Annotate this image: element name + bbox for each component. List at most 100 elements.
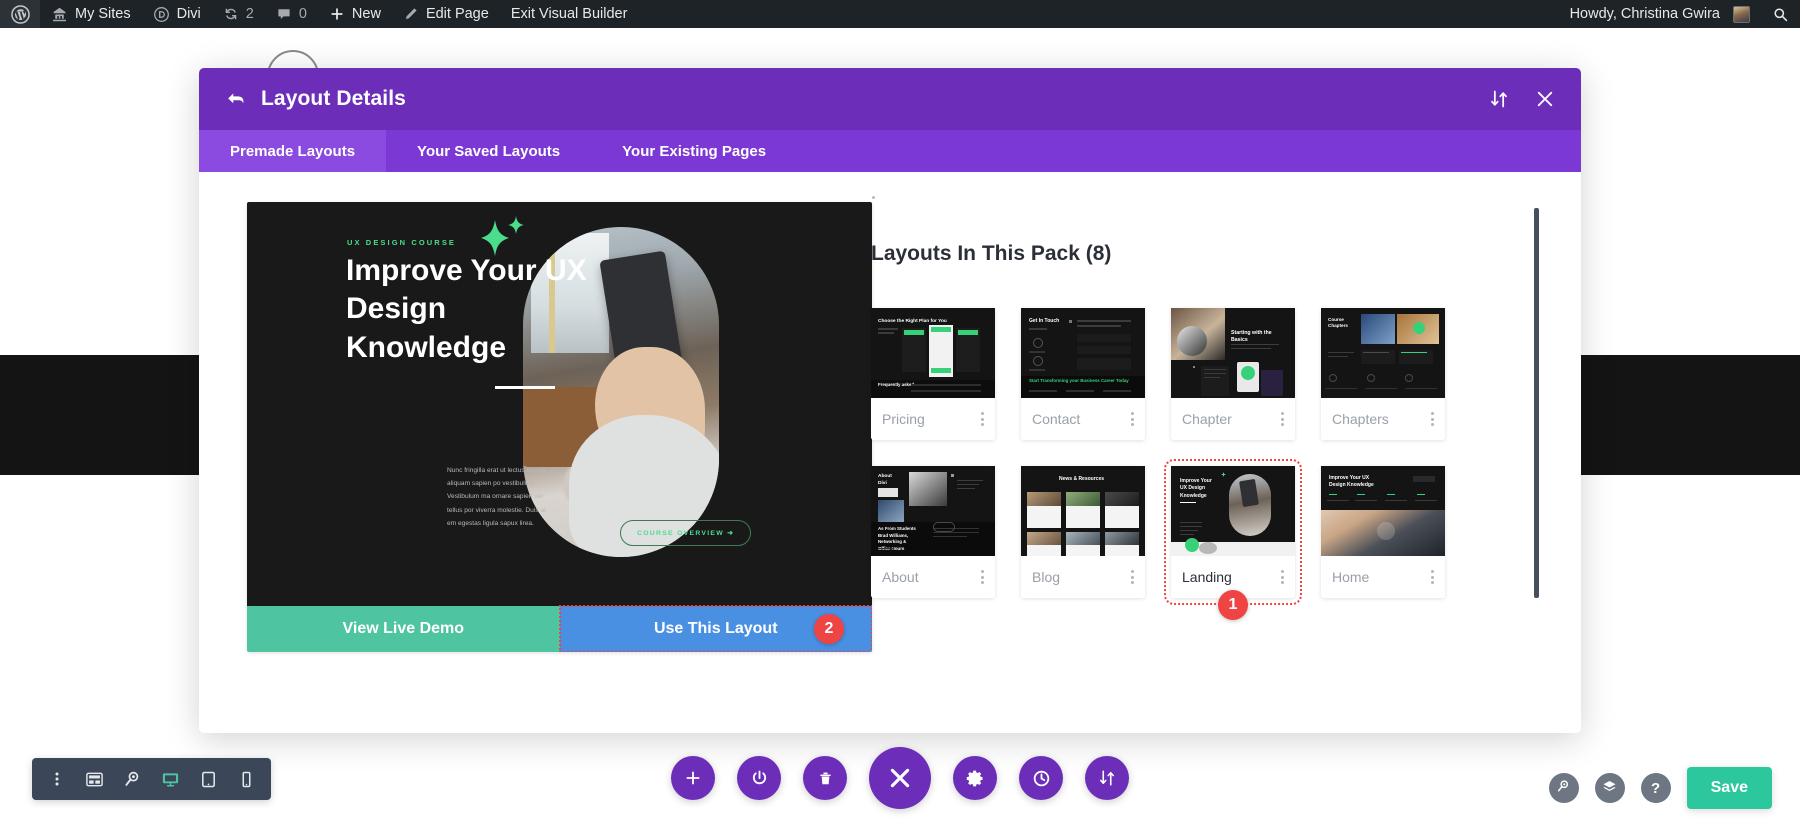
layout-preview-column: UX DESIGN COURSE Improve Your UX Design … bbox=[199, 172, 872, 733]
plus-icon bbox=[684, 769, 702, 787]
use-this-layout-button[interactable]: Use This Layout 2 bbox=[558, 605, 872, 652]
adminbar-item-updates[interactable]: 2 bbox=[212, 0, 265, 28]
adminbar-item-divi[interactable]: Divi bbox=[142, 0, 212, 28]
tab-your-saved-layouts[interactable]: Your Saved Layouts bbox=[386, 130, 591, 172]
tab-your-existing-pages[interactable]: Your Existing Pages bbox=[591, 130, 797, 172]
preview-rule bbox=[495, 386, 555, 389]
sort-button[interactable] bbox=[1085, 756, 1129, 800]
modal-scrollbar[interactable] bbox=[1534, 208, 1539, 598]
close-icon[interactable] bbox=[1535, 89, 1555, 109]
toolbar-tablet-button[interactable] bbox=[192, 763, 225, 796]
adminbar-item-exit-visual-builder[interactable]: Exit Visual Builder bbox=[500, 0, 639, 28]
view-live-demo-label: View Live Demo bbox=[342, 620, 465, 637]
plus-icon bbox=[329, 6, 345, 22]
modal-header-tools bbox=[1489, 89, 1555, 109]
pack-dot-marker bbox=[872, 196, 875, 199]
add-section-button[interactable] bbox=[671, 756, 715, 800]
layout-name-pricing: Pricing bbox=[882, 411, 925, 427]
use-this-layout-label: Use This Layout bbox=[653, 620, 778, 637]
adminbar-howdy-label: Howdy, Christina Gwira bbox=[1569, 6, 1720, 22]
layout-details-modal: Layout Details Premade Layouts Your Save… bbox=[199, 68, 1581, 733]
adminbar-label-exit-visual-builder: Exit Visual Builder bbox=[510, 6, 628, 22]
kebab-menu-icon[interactable] bbox=[981, 412, 984, 426]
step-badge-1: 1 bbox=[1218, 590, 1248, 620]
back-arrow-icon[interactable] bbox=[225, 88, 247, 110]
adminbar-label-my-sites: My Sites bbox=[75, 6, 131, 22]
power-icon bbox=[750, 769, 769, 788]
layout-thumb-chapter: Starting with the Basics bbox=[1171, 308, 1295, 398]
clock-icon bbox=[1032, 769, 1051, 788]
builder-right-toolbar: ? Save bbox=[1548, 767, 1772, 809]
layout-card-home[interactable]: Improve Your UX Design Knowledge Home bbox=[1321, 466, 1445, 598]
close-builder-button[interactable] bbox=[869, 747, 931, 809]
modal-title: Layout Details bbox=[261, 87, 406, 110]
kebab-menu-icon[interactable] bbox=[1281, 570, 1284, 584]
toolbar-zoom-button[interactable] bbox=[116, 763, 149, 796]
adminbar-item-howdy[interactable]: Howdy, Christina Gwira bbox=[1559, 0, 1761, 28]
adminbar-item-wp-logo[interactable] bbox=[0, 0, 40, 28]
layout-card-pricing[interactable]: Choose the Right Plan for You Frequently… bbox=[871, 308, 995, 440]
search-button[interactable] bbox=[1548, 773, 1579, 803]
kebab-menu-icon[interactable] bbox=[1281, 412, 1284, 426]
power-button[interactable] bbox=[737, 756, 781, 800]
updates-icon bbox=[223, 6, 239, 22]
adminbar-item-comments[interactable]: 0 bbox=[265, 0, 318, 28]
phone-icon bbox=[237, 770, 256, 789]
avatar bbox=[1733, 5, 1750, 23]
wordpress-admin-bar: My Sites Divi 2 0 New Edit Page Exit Vis… bbox=[0, 0, 1800, 28]
layout-card-landing[interactable]: Improve Your UX Design Knowledge Landing… bbox=[1164, 459, 1302, 620]
sort-updown-icon bbox=[1098, 769, 1116, 787]
settings-button[interactable] bbox=[953, 756, 997, 800]
layout-thumb-blog: News & Resources bbox=[1021, 466, 1145, 556]
pack-title: Layouts In This Pack (8) bbox=[871, 242, 1112, 265]
layout-card-contact[interactable]: Get In Touch Start Transforming your Bus… bbox=[1021, 308, 1145, 440]
view-live-demo-button[interactable]: View Live Demo bbox=[247, 606, 560, 652]
adminbar-item-new[interactable]: New bbox=[318, 0, 392, 28]
sites-icon bbox=[51, 6, 68, 23]
preview-heading: Improve Your UX Design Knowledge bbox=[346, 254, 587, 364]
toolbar-more-button[interactable] bbox=[40, 763, 73, 796]
kebab-menu-icon[interactable] bbox=[1431, 412, 1434, 426]
layers-button[interactable] bbox=[1594, 773, 1625, 803]
sort-updown-icon[interactable] bbox=[1489, 89, 1509, 109]
tab-premade-layouts[interactable]: Premade Layouts bbox=[199, 130, 387, 172]
adminbar-label-divi: Divi bbox=[176, 6, 201, 22]
adminbar-item-my-sites[interactable]: My Sites bbox=[40, 0, 142, 28]
tab-label-existing: Your Existing Pages bbox=[622, 142, 767, 160]
layout-name-landing: Landing bbox=[1182, 569, 1232, 585]
tab-label-premade: Premade Layouts bbox=[230, 142, 356, 160]
preview-action-row: View Live Demo Use This Layout 2 bbox=[247, 605, 872, 652]
desktop-icon bbox=[161, 770, 180, 789]
layout-card-about[interactable]: About Divi As From Students Brad William… bbox=[871, 466, 995, 598]
layout-foot-home: Home bbox=[1321, 556, 1445, 598]
comment-icon bbox=[276, 6, 292, 22]
history-button[interactable] bbox=[1019, 756, 1063, 800]
adminbar-item-search[interactable] bbox=[1761, 0, 1800, 28]
layout-card-chapter[interactable]: Starting with the Basics Chapter bbox=[1171, 308, 1295, 440]
toolbar-desktop-button[interactable] bbox=[154, 763, 187, 796]
save-label: Save bbox=[1710, 779, 1748, 796]
layout-foot-about: About bbox=[871, 556, 995, 598]
layout-foot-pricing: Pricing bbox=[871, 398, 995, 440]
help-button[interactable]: ? bbox=[1640, 773, 1671, 803]
layout-card-blog[interactable]: News & Resources Blog bbox=[1021, 466, 1145, 598]
layout-name-about: About bbox=[882, 569, 919, 585]
modal-tabs: Premade Layouts Your Saved Layouts Your … bbox=[199, 130, 1581, 172]
layout-preview-image: UX DESIGN COURSE Improve Your UX Design … bbox=[247, 202, 872, 606]
adminbar-item-edit-page[interactable]: Edit Page bbox=[392, 0, 500, 28]
trash-button[interactable] bbox=[803, 756, 847, 800]
toolbar-phone-button[interactable] bbox=[230, 763, 263, 796]
kebab-menu-icon[interactable] bbox=[1131, 570, 1134, 584]
layout-name-home: Home bbox=[1332, 569, 1370, 585]
layout-thumb-about: About Divi As From Students Brad William… bbox=[871, 466, 995, 556]
layout-card-chapters[interactable]: Course Chapters Chapters bbox=[1321, 308, 1445, 440]
layout-thumb-pricing: Choose the Right Plan for You Frequently… bbox=[871, 308, 995, 398]
layout-thumb-chapters: Course Chapters bbox=[1321, 308, 1445, 398]
kebab-menu-icon[interactable] bbox=[981, 570, 984, 584]
kebab-menu-icon bbox=[49, 771, 65, 787]
toolbar-wireframe-button[interactable] bbox=[78, 763, 111, 796]
kebab-menu-icon[interactable] bbox=[1431, 570, 1434, 584]
save-button[interactable]: Save bbox=[1686, 767, 1772, 809]
kebab-menu-icon[interactable] bbox=[1131, 412, 1134, 426]
modal-body: UX DESIGN COURSE Improve Your UX Design … bbox=[199, 172, 1581, 733]
